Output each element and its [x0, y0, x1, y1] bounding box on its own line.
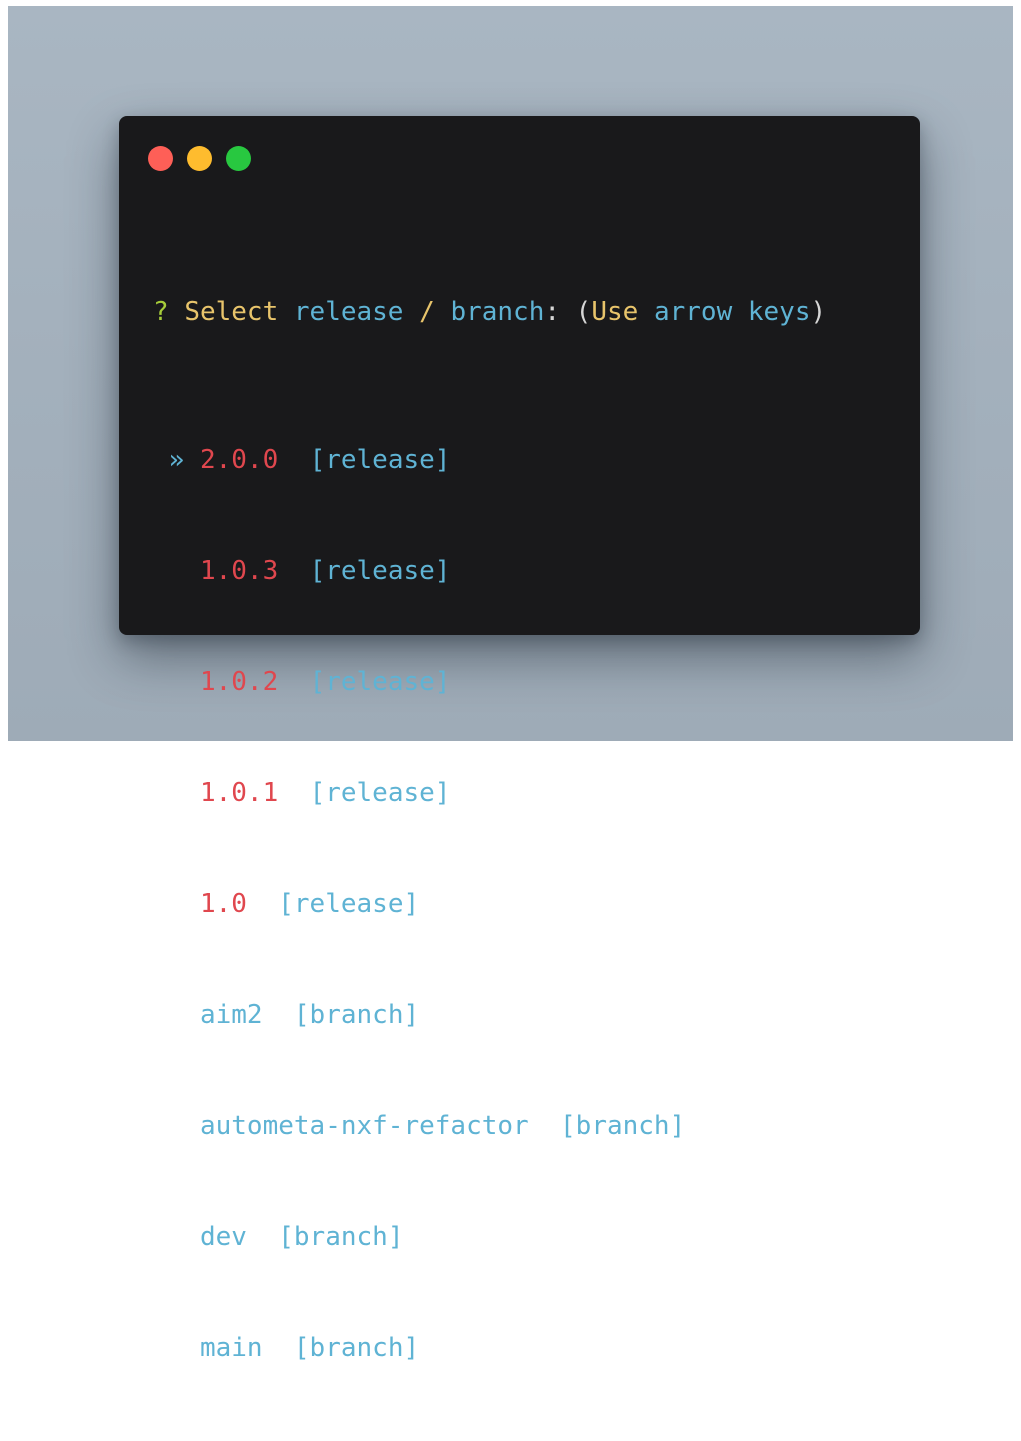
option-row[interactable]: 1.0 [release] [153, 886, 826, 923]
selection-pointer-icon: » [168, 445, 185, 475]
prompt-branch-word: branch [450, 297, 545, 327]
option-row[interactable]: dev [branch] [153, 1219, 826, 1256]
prompt-open-paren: ( [575, 297, 592, 327]
prompt-close-paren: ) [810, 297, 827, 327]
option-name: 1.0 [199, 889, 247, 919]
option-tag: [release] [309, 778, 451, 808]
option-row[interactable]: 1.0.1 [release] [153, 775, 826, 812]
option-row[interactable]: 1.0.2 [release] [153, 664, 826, 701]
option-tag: [branch] [293, 1333, 420, 1363]
option-name: aim2 [199, 1000, 263, 1030]
option-tag: [release] [309, 667, 451, 697]
option-name: 1.0.1 [199, 778, 279, 808]
prompt-arrow-keys: arrow keys [653, 297, 811, 327]
terminal-output: ? Select release / branch: (Use arrow ke… [153, 220, 826, 1441]
maximize-window-button[interactable] [226, 146, 251, 171]
question-mark: ? [153, 297, 169, 327]
option-row[interactable]: autometa-nxf-refactor [branch] [153, 1108, 826, 1145]
option-tag: [branch] [278, 1222, 404, 1252]
option-name: 1.0.2 [199, 667, 279, 697]
option-name: main [199, 1333, 263, 1363]
prompt-release-word: release [293, 297, 404, 327]
close-window-button[interactable] [148, 146, 173, 171]
window-controls [148, 146, 251, 171]
option-row[interactable]: main [branch] [153, 1330, 826, 1367]
option-name: 1.0.3 [199, 556, 279, 586]
option-row[interactable]: » 2.0.0 [release] [153, 442, 826, 479]
option-tag: [release] [309, 445, 451, 475]
option-name: 2.0.0 [199, 445, 279, 475]
select-prompt: ? Select release / branch: (Use arrow ke… [153, 294, 826, 331]
option-tag: [release] [309, 556, 451, 586]
prompt-colon: : [544, 297, 561, 327]
prompt-slash: / [419, 297, 435, 327]
prompt-use-word: Use [591, 297, 639, 327]
option-row[interactable]: 1.0.3 [release] [153, 553, 826, 590]
option-name: autometa-nxf-refactor [199, 1111, 529, 1141]
option-row[interactable]: aim2 [branch] [153, 997, 826, 1034]
option-name: dev [199, 1222, 247, 1252]
option-tag: [branch] [293, 1000, 420, 1030]
prompt-select-word: Select [184, 297, 279, 327]
terminal-window: ? Select release / branch: (Use arrow ke… [119, 116, 920, 1363]
minimize-window-button[interactable] [187, 146, 212, 171]
option-tag: [release] [278, 889, 420, 919]
option-tag: [branch] [560, 1111, 686, 1141]
